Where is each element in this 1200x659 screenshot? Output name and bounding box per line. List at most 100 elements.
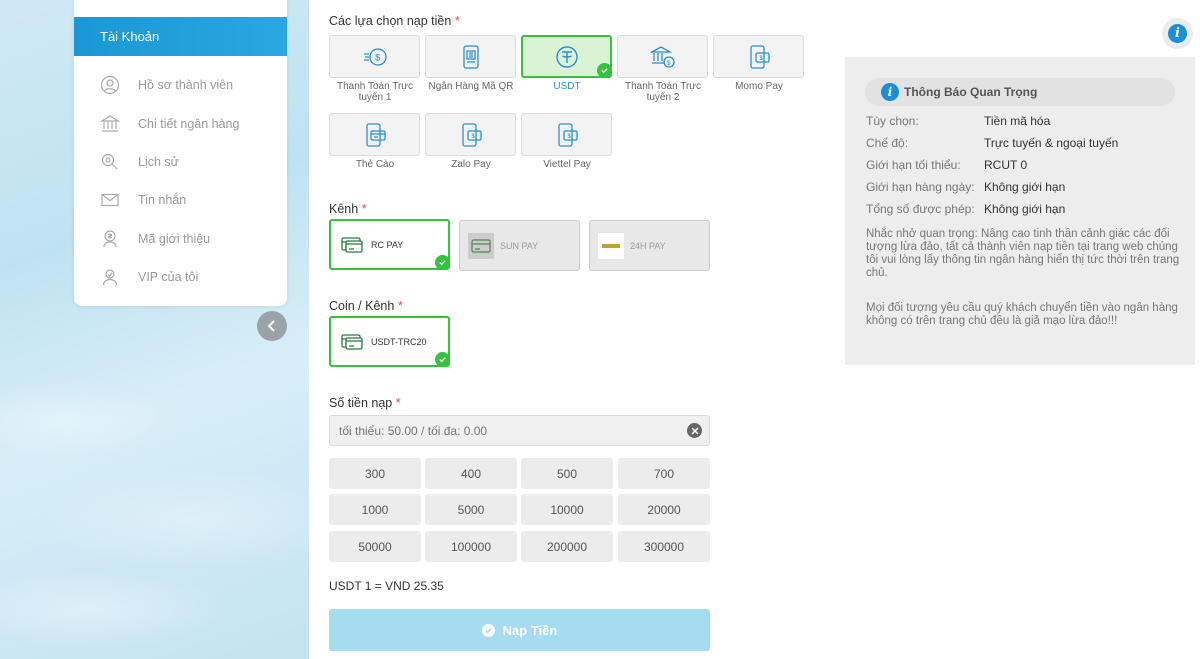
selected-check-icon (435, 255, 450, 270)
sidebar-item-label: Mã giới thiệu (138, 231, 211, 246)
check-circle-icon (481, 623, 495, 637)
method-scratch-card[interactable] (329, 113, 420, 156)
amount-preset-button[interactable]: 20000 (618, 494, 710, 525)
wallet-phone-icon: $ (461, 122, 482, 147)
coin-label: Coin / Kênh * (329, 299, 403, 313)
svg-text:$: $ (375, 52, 380, 62)
deposit-submit-button[interactable]: Nạp Tiền (329, 609, 710, 651)
wallet-phone-icon: $ (749, 44, 770, 69)
amount-preset-button[interactable]: 5000 (425, 494, 517, 525)
notice-title: i Thông Báo Quan Trọng (865, 78, 1175, 106)
clear-icon[interactable] (687, 423, 702, 438)
method-label: Ngân Hàng Mã QR (428, 81, 514, 92)
notice-row: Tổng số được phép: Không giới hạn (866, 202, 1066, 216)
sidebar-item-label: Chi tiết ngân hàng (138, 116, 240, 131)
bank-icon (100, 114, 120, 134)
amount-preset-button[interactable]: 1000 (329, 494, 421, 525)
method-bank-qr[interactable] (425, 35, 516, 78)
card-icon (339, 232, 365, 258)
channel-label-text: SUN PAY (500, 240, 539, 251)
bank-coin-icon: $ (649, 45, 675, 68)
referral-icon (100, 229, 120, 249)
svg-text:$: $ (667, 60, 671, 67)
notice-row: Tùy chọn: Tiền mã hóa (866, 114, 1051, 128)
coin-label-text: USDT-TRC20 (371, 336, 427, 347)
amount-preset-button[interactable]: 10000 (521, 494, 613, 525)
info-button[interactable]: i (1162, 18, 1193, 49)
method-momo-pay[interactable]: $ (713, 35, 804, 78)
amount-input[interactable] (329, 415, 710, 446)
mail-icon (100, 190, 120, 210)
selected-check-icon (435, 352, 450, 367)
card-icon (468, 232, 494, 259)
wallet-phone-icon: $ (557, 122, 578, 147)
sidebar-item-bank[interactable]: Chi tiết ngân hàng (74, 104, 287, 142)
sidebar-item-referral[interactable]: Mã giới thiệu (74, 220, 287, 258)
notice-warning: Mọi đối tượng yêu cầu quý khách chuyển t… (866, 302, 1178, 327)
method-viettel-pay[interactable]: $ (521, 113, 612, 156)
history-icon (100, 152, 120, 172)
qr-phone-icon (462, 44, 479, 69)
channel-label-text: RC PAY (371, 239, 404, 250)
method-label: Momo Pay (735, 81, 783, 92)
amount-preset-button[interactable]: 400 (425, 458, 517, 489)
sidebar-item-messages[interactable]: Tin nhắn (74, 181, 287, 219)
amount-preset-button[interactable]: 500 (521, 458, 613, 489)
sidebar-item-vip[interactable]: VIP của tôi (74, 258, 287, 296)
amount-preset-button[interactable]: 700 (618, 458, 710, 489)
channel-label-text: 24H PAY (630, 240, 666, 251)
important-notice-panel: i Thông Báo Quan Trọng Tùy chọn: Tiền mã … (845, 57, 1195, 365)
channel-label: Kênh * (329, 202, 367, 216)
sidebar-item-profile[interactable]: Hồ sơ thành viên (74, 66, 287, 104)
amount-preset-button[interactable]: 300 (329, 458, 421, 489)
channel-24h-pay[interactable]: 24H PAY (589, 220, 710, 271)
methods-label: Các lựa chọn nạp tiền * (329, 14, 460, 28)
method-label: Viettel Pay (543, 159, 591, 170)
selected-check-icon (597, 63, 612, 78)
channel-sun-pay[interactable]: SUN PAY (459, 220, 580, 271)
sidebar-item-label: VIP của tôi (138, 270, 199, 285)
vip-icon (100, 267, 120, 287)
account-tab[interactable]: Tài Khoản (74, 17, 287, 56)
notice-row: Giới hạn hàng ngày: Không giới hạn (866, 180, 1066, 194)
method-usdt[interactable] (521, 35, 612, 78)
amount-label: Số tiền nạp * (329, 396, 401, 410)
method-online-pay-2[interactable]: $ (617, 35, 708, 78)
sidebar-item-label: Lịch sử (138, 154, 180, 169)
sidebar-item-label: Tin nhắn (138, 193, 187, 208)
method-zalo-pay[interactable]: $ (425, 113, 516, 156)
submit-label: Nạp Tiền (502, 622, 558, 638)
sidebar-item-history[interactable]: Lịch sử (74, 143, 287, 181)
method-label: USDT (553, 81, 581, 92)
info-icon: i (881, 83, 899, 101)
channel-rc-pay[interactable]: RC PAY (329, 219, 450, 270)
notice-row: Giới hạn tối thiểu: RCUT 0 (866, 158, 1028, 172)
method-label: Thanh Toán Trực tuyến 2 (625, 81, 701, 103)
card-icon (339, 329, 365, 355)
chevron-left-icon (267, 320, 275, 332)
24h-pay-logo-icon (598, 232, 624, 259)
method-label: Thẻ Cào (355, 159, 395, 170)
fast-pay-icon: $ (363, 47, 387, 66)
tether-icon (555, 45, 578, 68)
amount-preset-button[interactable]: 300000 (618, 531, 710, 562)
svg-text:$: $ (759, 56, 763, 62)
amount-preset-button[interactable]: 50000 (329, 531, 421, 562)
method-label: Thanh Toán Trực tuyến 1 (337, 81, 413, 103)
sidebar-item-label: Hồ sơ thành viên (138, 78, 234, 93)
collapse-sidebar-button[interactable] (257, 311, 287, 341)
coin-usdt-trc20[interactable]: USDT-TRC20 (329, 316, 450, 367)
notice-row: Chế độ: Trực tuyến & ngoại tuyến (866, 136, 1119, 150)
info-icon: i (1168, 24, 1187, 43)
amount-preset-button[interactable]: 200000 (521, 531, 613, 562)
method-online-pay-1[interactable]: $ (329, 35, 420, 78)
exchange-rate: USDT 1 = VND 25.35 (329, 579, 444, 593)
user-icon (100, 75, 120, 95)
amount-preset-button[interactable]: 100000 (425, 531, 517, 562)
method-label: Zalo Pay (451, 159, 491, 170)
svg-text:$: $ (471, 134, 475, 140)
card-phone-icon (365, 122, 386, 147)
svg-text:$: $ (567, 134, 571, 140)
notice-reminder: Nhắc nhở quan trọng: Nâng cao tinh thần … (866, 228, 1180, 279)
account-sidebar: Tài Khoản Hồ sơ thành viên Chi tiết ngân… (74, 0, 287, 306)
